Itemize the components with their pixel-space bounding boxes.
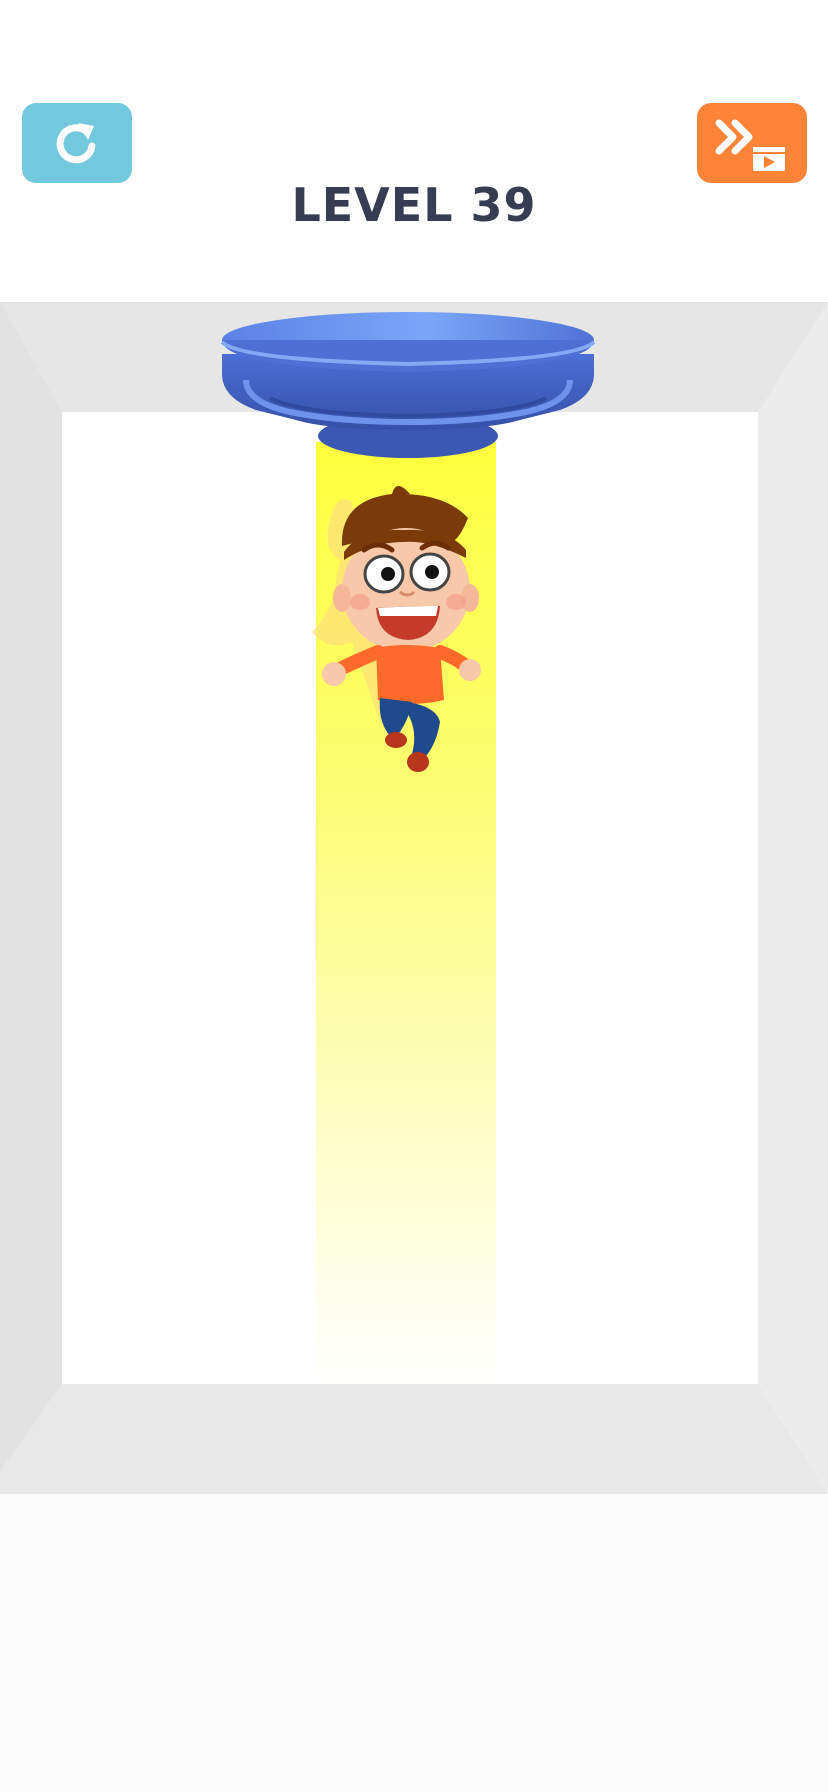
game-room bbox=[0, 302, 828, 1494]
right-wall bbox=[758, 302, 828, 1494]
level-title: LEVEL 39 bbox=[291, 178, 537, 232]
floor bbox=[0, 1384, 828, 1494]
skip-level-button[interactable] bbox=[697, 103, 807, 183]
left-wall bbox=[0, 302, 62, 1472]
restart-button[interactable] bbox=[22, 103, 132, 183]
bottom-area bbox=[0, 1494, 828, 1792]
restart-icon bbox=[56, 123, 96, 164]
skip-video-icon bbox=[715, 119, 785, 171]
top-bar: LEVEL 39 bbox=[0, 0, 828, 302]
